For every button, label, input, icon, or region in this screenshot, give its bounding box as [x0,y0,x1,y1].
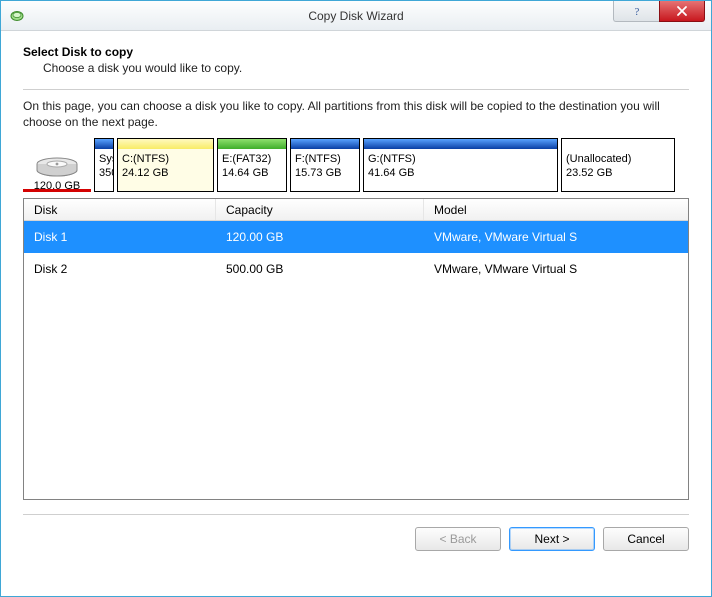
table-header: Disk Capacity Model [24,199,688,221]
partition-size: 15.73 GB [291,167,359,179]
cancel-button[interactable]: Cancel [603,527,689,551]
partition-label: (Unallocated) [562,149,674,166]
cell-model: VMware, VMware Virtual S [424,262,688,276]
partition-label: F:(NTFS) [291,149,359,166]
close-button[interactable] [659,1,705,22]
cell-capacity: 500.00 GB [216,262,424,276]
app-icon [9,8,25,24]
footer: < Back Next > Cancel [1,515,711,551]
partition-block[interactable]: (Unallocated)23.52 GB [561,138,675,192]
partition-label: Sys [95,149,113,166]
back-button[interactable]: < Back [415,527,501,551]
partition-block[interactable]: F:(NTFS)15.73 GB [290,138,360,192]
partition-block[interactable]: E:(FAT32)14.64 GB [217,138,287,192]
disk-table: Disk Capacity Model Disk 1120.00 GBVMwar… [23,198,689,500]
page-heading: Select Disk to copy [23,45,689,59]
partition-block[interactable]: Sys350 [94,138,114,192]
disk-selection-bar [23,189,91,192]
partition-size: 350 [95,167,113,179]
partition-color-bar [118,139,213,149]
cell-disk: Disk 1 [24,230,216,244]
table-body: Disk 1120.00 GBVMware, VMware Virtual SD… [24,221,688,499]
partition-size: 24.12 GB [118,167,213,179]
next-button[interactable]: Next > [509,527,595,551]
partition-size: 41.64 GB [364,167,557,179]
table-row[interactable]: Disk 1120.00 GBVMware, VMware Virtual S [24,221,688,253]
divider-top [23,89,689,90]
partition-block[interactable]: C:(NTFS)24.12 GB [117,138,214,192]
window-title: Copy Disk Wizard [1,9,711,23]
page-description: On this page, you can choose a disk you … [23,98,689,130]
svg-text:?: ? [634,6,639,17]
cell-model: VMware, VMware Virtual S [424,230,688,244]
partition-color-bar [562,139,674,149]
partition-color-bar [218,139,286,149]
partition-block[interactable]: G:(NTFS)41.64 GB [363,138,558,192]
col-header-disk[interactable]: Disk [24,199,216,220]
help-button[interactable]: ? [613,1,659,22]
disk-icon-box: 120.0 GB [23,138,91,192]
partition-color-bar [364,139,557,149]
window-controls: ? [613,1,711,30]
cell-capacity: 120.00 GB [216,230,424,244]
content: Select Disk to copy Choose a disk you wo… [1,31,711,515]
partition-size: 23.52 GB [562,167,674,179]
table-row[interactable]: Disk 2500.00 GBVMware, VMware Virtual S [24,253,688,285]
partition-label: C:(NTFS) [118,149,213,166]
col-header-model[interactable]: Model [424,199,688,220]
partitions-host: Sys350C:(NTFS)24.12 GBE:(FAT32)14.64 GBF… [94,138,689,192]
hard-disk-icon [33,148,81,178]
col-header-capacity[interactable]: Capacity [216,199,424,220]
partition-label: G:(NTFS) [364,149,557,166]
partition-strip: 120.0 GB Sys350C:(NTFS)24.12 GBE:(FAT32)… [23,138,689,192]
partition-color-bar [291,139,359,149]
partition-color-bar [95,139,113,149]
titlebar: Copy Disk Wizard ? [1,1,711,31]
partition-size: 14.64 GB [218,167,286,179]
page-subheading: Choose a disk you would like to copy. [43,61,689,75]
cell-disk: Disk 2 [24,262,216,276]
partition-label: E:(FAT32) [218,149,286,166]
